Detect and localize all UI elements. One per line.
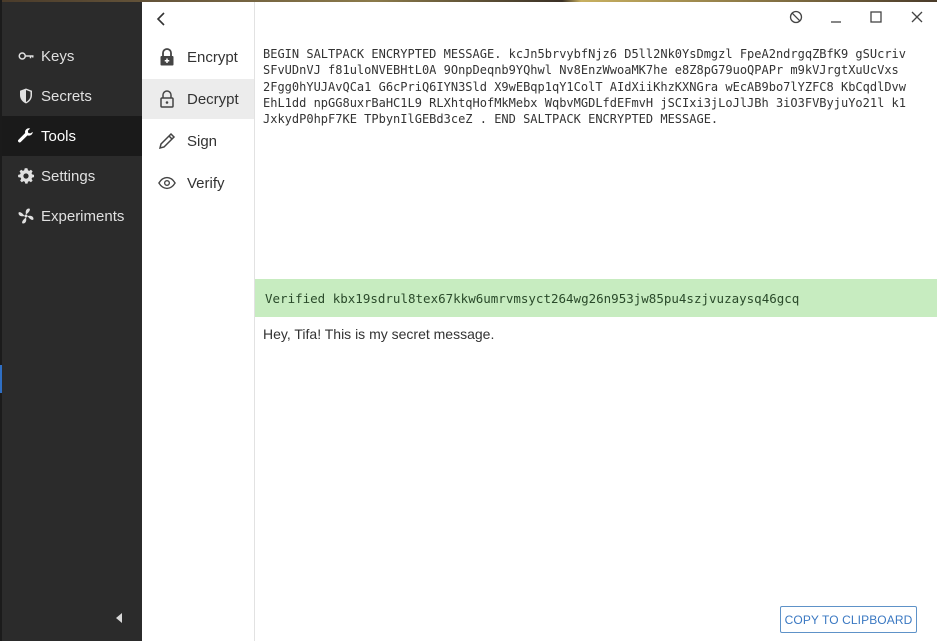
tools-subnav: Encrypt Decrypt Sign Verify (142, 2, 255, 641)
eye-icon (158, 174, 176, 192)
tab-label: Sign (187, 132, 218, 150)
key-icon (17, 47, 35, 65)
pencil-icon (158, 132, 176, 150)
chevron-left-icon (156, 12, 165, 26)
tab-verify[interactable]: Verify (142, 163, 254, 203)
sidebar-item-label: Tools (41, 127, 77, 145)
unlock-icon (158, 90, 176, 108)
tab-encrypt[interactable]: Encrypt (142, 37, 254, 77)
caret-left-icon (116, 613, 122, 623)
tab-sign[interactable]: Sign (142, 121, 254, 161)
sidebar-item-label: Keys (41, 47, 75, 65)
wrench-icon (17, 127, 35, 145)
sidebar-item-tools[interactable]: Tools (2, 116, 142, 156)
sidebar-item-label: Secrets (41, 87, 92, 105)
copy-to-clipboard-button[interactable]: COPY TO CLIPBOARD (780, 606, 917, 633)
tab-label: Decrypt (187, 90, 239, 108)
sidebar-item-experiments[interactable]: Experiments (2, 196, 142, 236)
shield-icon (17, 87, 35, 105)
main-sidebar: Keys Secrets Tools Settings Experiments (2, 2, 142, 641)
sidebar-item-label: Experiments (41, 207, 125, 225)
tab-label: Verify (187, 174, 225, 192)
sidebar-item-secrets[interactable]: Secrets (2, 76, 142, 116)
collapse-sidebar-button[interactable] (112, 610, 128, 626)
minimize-button[interactable] (827, 8, 845, 26)
close-button[interactable] (908, 8, 926, 26)
decrypted-message-output: Hey, Tifa! This is my secret message. (263, 326, 495, 342)
sidebar-item-settings[interactable]: Settings (2, 156, 142, 196)
tab-label: Encrypt (187, 48, 238, 66)
fan-icon (17, 207, 35, 225)
verification-banner: Verified kbx19sdrul8tex67kkw6umrvmsyct26… (255, 279, 937, 317)
back-button[interactable] (156, 10, 172, 28)
verification-text: Verified kbx19sdrul8tex67kkw6umrvmsyct26… (265, 290, 800, 306)
maximize-button[interactable] (867, 8, 885, 26)
lock-plus-icon (158, 48, 176, 66)
encrypted-message-input[interactable]: BEGIN SALTPACK ENCRYPTED MESSAGE. kcJn5b… (263, 46, 913, 246)
tab-decrypt[interactable]: Decrypt (142, 79, 254, 119)
sidebar-item-label: Settings (41, 167, 96, 185)
block-icon[interactable] (787, 8, 805, 26)
sidebar-item-keys[interactable]: Keys (2, 36, 142, 76)
gear-icon (17, 167, 35, 185)
